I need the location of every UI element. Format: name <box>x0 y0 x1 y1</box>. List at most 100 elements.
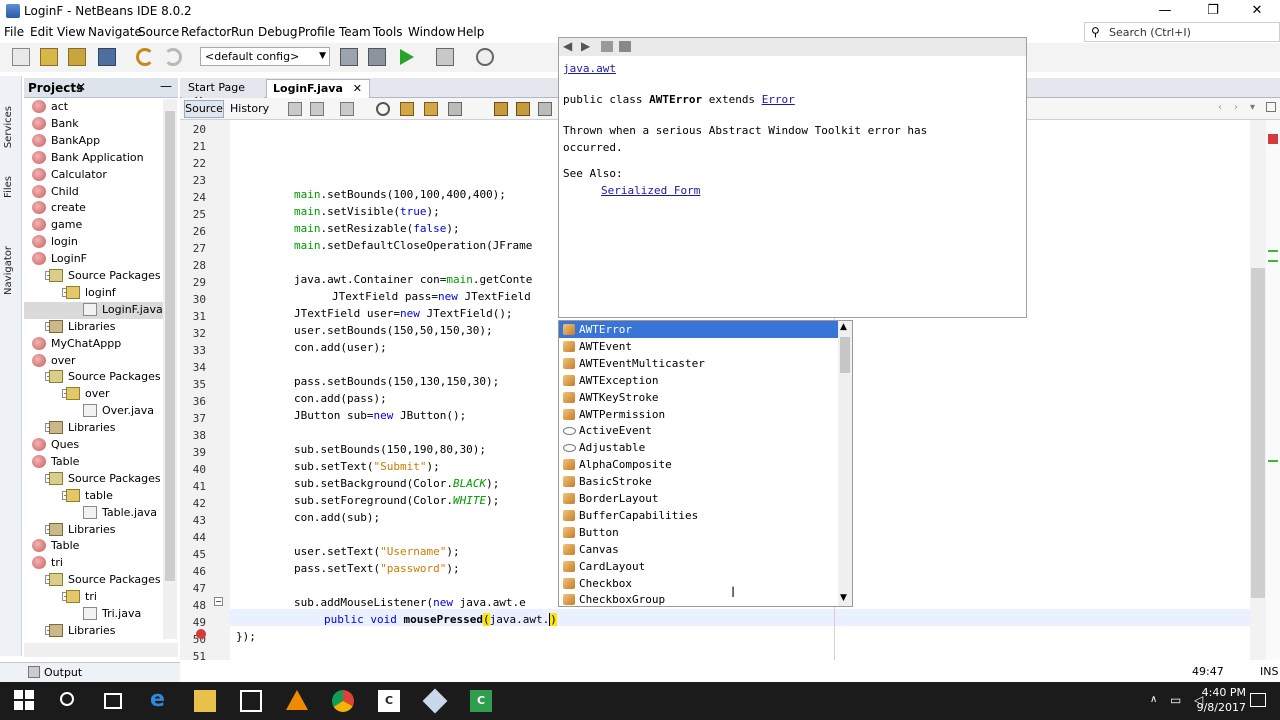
menu-team[interactable]: Team <box>339 25 371 39</box>
menu-file[interactable]: File <box>4 25 24 39</box>
scroll-thumb[interactable] <box>165 111 175 581</box>
completion-item[interactable]: AWTEvent <box>559 338 838 355</box>
tray-expand-icon[interactable]: ∧ <box>1150 694 1157 705</box>
notifications-icon[interactable] <box>1250 693 1266 707</box>
tree-node-libraries[interactable]: +Libraries <box>24 522 164 539</box>
profile-icon[interactable] <box>476 48 494 66</box>
menu-window[interactable]: Window <box>408 25 455 39</box>
source-view-button[interactable]: Source <box>184 100 224 118</box>
go-to-source-icon[interactable] <box>619 41 631 52</box>
scroll-tabs-left-icon[interactable]: ‹ <box>1218 102 1222 113</box>
services-tab[interactable]: Services <box>3 106 14 148</box>
error-summary-icon[interactable] <box>1268 134 1278 144</box>
tree-node-java[interactable]: LoginF.java <box>24 301 164 319</box>
minimize-button[interactable]: — <box>1142 0 1188 22</box>
completion-item[interactable]: Adjustable <box>559 439 838 456</box>
maximize-window-icon[interactable] <box>1266 102 1276 112</box>
tree-node-project[interactable]: Calculator <box>24 167 164 184</box>
tree-node-project[interactable]: Child <box>24 184 164 201</box>
find-next-icon[interactable] <box>424 102 438 116</box>
new-project-icon[interactable] <box>40 48 58 66</box>
completion-item[interactable]: Canvas <box>559 541 838 558</box>
chevron-down-icon[interactable]: ▼ <box>840 593 847 603</box>
completion-item[interactable]: AlphaComposite <box>559 456 838 473</box>
completion-item[interactable]: AWTException <box>559 372 838 389</box>
find-icon[interactable] <box>376 102 390 116</box>
completion-item[interactable]: BufferCapabilities <box>559 507 838 524</box>
menu-edit[interactable]: Edit <box>30 25 53 39</box>
history-view-button[interactable]: History <box>230 102 269 115</box>
tab-start-page[interactable]: Start Page ✕ <box>182 79 264 107</box>
network-icon[interactable]: ▭ <box>1170 693 1181 707</box>
scroll-thumb[interactable] <box>840 337 850 373</box>
tree-node-package[interactable]: −tri <box>24 589 164 606</box>
search-icon[interactable] <box>60 692 74 706</box>
tree-node-java[interactable]: Over.java <box>24 403 164 420</box>
debug-icon[interactable] <box>436 48 454 66</box>
previous-bookmark-icon[interactable] <box>494 102 508 116</box>
completion-item[interactable]: Button <box>559 524 838 541</box>
tree-node-libraries[interactable]: +Libraries <box>24 319 164 336</box>
tree-node-project[interactable]: game <box>24 217 164 234</box>
redo-icon[interactable] <box>164 48 182 66</box>
forward-icon[interactable] <box>340 102 354 116</box>
show-opened-documents-icon[interactable]: ▾ <box>1250 102 1255 113</box>
tree-node-libraries[interactable]: +Libraries <box>24 623 164 639</box>
tree-node-libraries[interactable]: +Libraries <box>24 420 164 437</box>
tree-node-project[interactable]: Table <box>24 538 164 555</box>
build-icon[interactable] <box>340 48 358 66</box>
menu-refactor[interactable]: Refactor <box>181 25 231 39</box>
file-explorer-icon[interactable] <box>194 690 216 712</box>
tree-node-project[interactable]: over <box>24 353 164 370</box>
tree-node-project[interactable]: create <box>24 200 164 217</box>
menu-source[interactable]: Source <box>138 25 179 39</box>
completion-item[interactable]: AWTKeyStroke <box>559 389 838 406</box>
netbeans-taskbar-icon[interactable] <box>422 688 448 714</box>
error-marker-icon[interactable] <box>196 629 206 639</box>
scroll-tabs-right-icon[interactable]: › <box>1234 102 1238 113</box>
completion-scrollbar[interactable]: ▲ ▼ <box>838 321 852 606</box>
change-marker[interactable] <box>1268 460 1278 462</box>
tree-scrollbar[interactable] <box>163 99 177 639</box>
tree-node-packages[interactable]: −Source Packages <box>24 572 164 589</box>
menu-run[interactable]: Run <box>231 25 254 39</box>
projects-tab[interactable]: Projects ✕ — <box>24 78 178 98</box>
navigator-tab[interactable]: Navigator <box>3 246 14 295</box>
completion-item[interactable]: CheckboxGroup <box>559 591 838 606</box>
package-link[interactable]: java.awt <box>563 62 616 75</box>
minimize-panel-icon[interactable]: — <box>160 79 172 93</box>
output-bar[interactable]: Output <box>0 662 180 682</box>
change-marker[interactable] <box>1268 250 1278 252</box>
menu-view[interactable]: View <box>57 25 85 39</box>
back-icon[interactable] <box>310 102 324 116</box>
next-bookmark-icon[interactable] <box>516 102 530 116</box>
tree-node-project[interactable]: act <box>24 99 164 116</box>
task-view-icon[interactable] <box>104 693 122 709</box>
tree-node-project[interactable]: BankApp <box>24 133 164 150</box>
tree-node-packages[interactable]: −Source Packages <box>24 471 164 488</box>
tree-node-package[interactable]: −table <box>24 488 164 505</box>
tree-node-project[interactable]: Bank <box>24 116 164 133</box>
last-edit-icon[interactable] <box>288 102 302 116</box>
error-stripe[interactable] <box>1266 120 1280 660</box>
clean-build-icon[interactable] <box>368 48 386 66</box>
tree-node-project[interactable]: Table <box>24 454 164 471</box>
tree-node-project[interactable]: Ques <box>24 437 164 454</box>
tree-node-package[interactable]: −over <box>24 386 164 403</box>
completion-item[interactable]: AWTEventMulticaster <box>559 355 838 372</box>
config-select[interactable]: <default config> ▼ <box>200 47 330 66</box>
completion-item[interactable]: Checkbox <box>559 575 838 592</box>
completion-item[interactable]: AWTPermission <box>559 406 838 423</box>
tree-node-project[interactable]: MyChatAppp <box>24 336 164 353</box>
open-project-icon[interactable] <box>68 48 86 66</box>
store-icon[interactable] <box>240 690 262 712</box>
new-file-icon[interactable] <box>12 48 30 66</box>
tree-horizontal-scrollbar[interactable] <box>24 643 178 657</box>
chrome-icon[interactable] <box>332 690 354 712</box>
tree-node-project[interactable]: LoginF <box>24 251 164 268</box>
close-icon[interactable]: ✕ <box>353 82 362 95</box>
camtasia-icon[interactable]: C <box>378 690 400 712</box>
menu-help[interactable]: Help <box>457 25 484 39</box>
menu-tools[interactable]: Tools <box>373 25 403 39</box>
tree-node-project[interactable]: tri <box>24 555 164 572</box>
